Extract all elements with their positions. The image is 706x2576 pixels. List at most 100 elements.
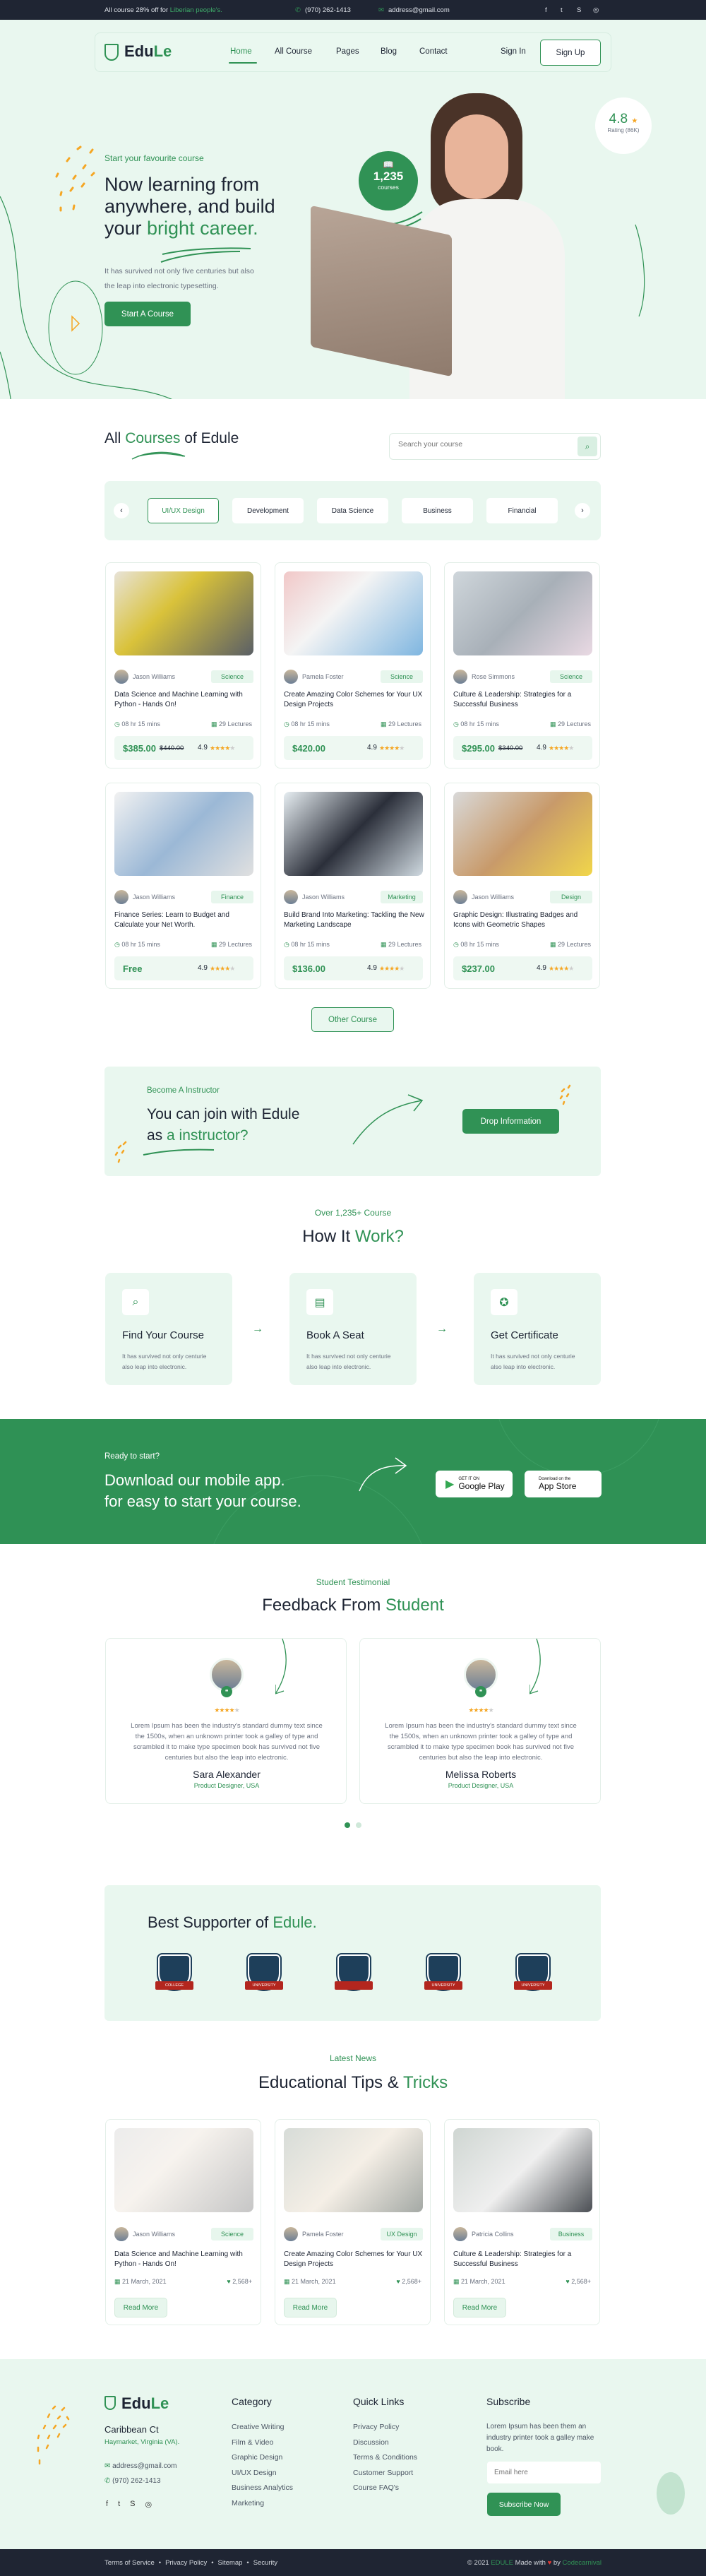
course-card[interactable]: Jason Williams Finance Finance Series: L… [105, 783, 261, 989]
search-icon[interactable]: ⌕ [578, 437, 597, 456]
course-tag[interactable]: Science [381, 670, 423, 683]
supporters-title: Best Supporter of Edule. [148, 1913, 317, 1931]
footer-category-link[interactable]: Business Analytics [232, 2483, 293, 2492]
footer-quick-link[interactable]: Privacy Policy [353, 2423, 399, 2431]
facebook-icon[interactable]: f [545, 6, 547, 14]
course-tag[interactable]: Design [550, 891, 592, 903]
skype-icon[interactable]: S [130, 2500, 135, 2509]
app-store-button[interactable]: Download on the App Store [525, 1471, 602, 1497]
course-tag[interactable]: Marketing [381, 891, 423, 903]
carousel-dot[interactable] [356, 1822, 361, 1828]
read-more-button[interactable]: Read More [114, 2298, 167, 2317]
course-image [114, 792, 253, 876]
hero-section: EduLe Home All Course Pages Blog Contact… [0, 20, 706, 399]
calendar-icon: ▦ [453, 2278, 460, 2285]
sign-in-link[interactable]: Sign In [501, 47, 526, 56]
course-title[interactable]: Create Amazing Color Schemes for Your UX… [284, 690, 425, 710]
course-price: $136.00 [292, 963, 325, 974]
read-more-button[interactable]: Read More [284, 2298, 337, 2317]
testimonial-title: Feedback From Student [262, 1596, 444, 1615]
footer-category-link[interactable]: Creative Writing [232, 2423, 285, 2431]
sign-up-button[interactable]: Sign Up [540, 40, 601, 66]
read-more-button[interactable]: Read More [453, 2298, 506, 2317]
news-title[interactable]: Culture & Leadership: Strategies for a S… [453, 2250, 594, 2269]
topbar-email[interactable]: address@gmail.com [388, 6, 450, 14]
nav-contact[interactable]: Contact [419, 47, 448, 56]
twitter-icon[interactable]: t [118, 2500, 120, 2509]
news-card[interactable]: Pamela Foster UX Design Create Amazing C… [275, 2119, 431, 2325]
news-title[interactable]: Create Amazing Color Schemes for Your UX… [284, 2250, 425, 2269]
top-bar: All course 28% off for Liberian people's… [0, 0, 706, 20]
bottom-link[interactable]: Sitemap [218, 2559, 243, 2567]
category-tab[interactable]: Business [402, 498, 473, 523]
course-title[interactable]: Graphic Design: Illustrating Badges and … [453, 910, 594, 930]
news-eyebrow: Latest News [329, 2053, 377, 2063]
course-card[interactable]: Jason Williams Science Data Science and … [105, 562, 261, 768]
course-card[interactable]: Pamela Foster Science Create Amazing Col… [275, 562, 431, 768]
nav-home[interactable]: Home [230, 47, 252, 56]
category-tab[interactable]: Financial [486, 498, 558, 523]
course-card[interactable]: Rose Simmons Science Culture & Leadershi… [444, 562, 600, 768]
news-title[interactable]: Data Science and Machine Learning with P… [114, 2250, 256, 2269]
footer-category-link[interactable]: Graphic Design [232, 2453, 282, 2462]
nav-blog[interactable]: Blog [381, 47, 397, 56]
course-card[interactable]: Jason Williams Design Graphic Design: Il… [444, 783, 600, 989]
price-box: $385.00 $440.00 4.9 ★★★★★ [114, 736, 253, 760]
course-rating: 4.9 [537, 744, 546, 752]
footer-logo[interactable]: EduLe [121, 2394, 169, 2413]
category-tab[interactable]: Development [232, 498, 304, 523]
category-tab[interactable]: Data Science [317, 498, 388, 523]
subscribe-button[interactable]: Subscribe Now [487, 2493, 561, 2516]
course-card[interactable]: Jason Williams Marketing Build Brand Int… [275, 783, 431, 989]
subscribe-email-input[interactable] [487, 2462, 601, 2483]
bottom-link[interactable]: Terms of Service [104, 2559, 155, 2567]
author-link[interactable]: Codecarnival [563, 2559, 602, 2567]
skype-icon[interactable]: S [577, 6, 581, 14]
other-course-button[interactable]: Other Course [311, 1007, 394, 1032]
course-tag[interactable]: Science [211, 670, 253, 683]
course-duration: 08 hr 15 mins [121, 941, 160, 948]
hero-title: Now learning from anywhere, and build yo… [104, 174, 275, 239]
google-play-button[interactable]: ▶ GET IT ON Google Play [436, 1471, 513, 1497]
tabs-prev-arrow[interactable]: ‹ [114, 503, 129, 518]
instructor-banner: Become A Instructor You can join with Ed… [104, 1067, 601, 1176]
footer-email[interactable]: address@gmail.com [112, 2462, 176, 2470]
footer-quick-link[interactable]: Discussion [353, 2438, 389, 2447]
bottom-link[interactable]: Privacy Policy [165, 2559, 207, 2567]
carousel-dot-active[interactable] [345, 1822, 350, 1828]
start-course-button[interactable]: Start A Course [104, 302, 191, 326]
course-tag[interactable]: Finance [211, 891, 253, 903]
course-title[interactable]: Data Science and Machine Learning with P… [114, 690, 256, 710]
news-tag[interactable]: Business [550, 2228, 592, 2240]
course-tag[interactable]: Science [550, 670, 592, 683]
footer-quick-link[interactable]: Customer Support [353, 2469, 413, 2477]
news-card[interactable]: Patricia Collins Business Culture & Lead… [444, 2119, 600, 2325]
footer-category-link[interactable]: Film & Video [232, 2438, 273, 2447]
news-tag[interactable]: UX Design [381, 2228, 423, 2240]
footer-category-link[interactable]: UI/UX Design [232, 2469, 277, 2477]
news-tag[interactable]: Science [211, 2228, 253, 2240]
facebook-icon[interactable]: f [106, 2500, 108, 2509]
topbar-phone[interactable]: (970) 262-1413 [305, 6, 351, 14]
drop-information-button[interactable]: Drop Information [462, 1109, 559, 1134]
news-card[interactable]: Jason Williams Science Data Science and … [105, 2119, 261, 2325]
search-input[interactable] [398, 440, 561, 449]
tabs-next-arrow[interactable]: › [575, 503, 590, 518]
footer-category-link[interactable]: Marketing [232, 2499, 264, 2507]
news-likes: 2,568+ [402, 2278, 421, 2285]
course-title[interactable]: Culture & Leadership: Strategies for a S… [453, 690, 594, 710]
bottom-link[interactable]: Security [253, 2559, 277, 2567]
instagram-icon[interactable]: ◎ [145, 2500, 152, 2509]
instagram-icon[interactable]: ◎ [593, 6, 599, 14]
nav-pages[interactable]: Pages [336, 47, 359, 56]
logo[interactable]: EduLe [124, 42, 172, 61]
course-title[interactable]: Build Brand Into Marketing: Tackling the… [284, 910, 425, 930]
category-tab[interactable]: UI/UX Design [148, 498, 219, 523]
nav-all-course[interactable]: All Course [275, 47, 312, 56]
twitter-icon[interactable]: t [561, 6, 563, 14]
testimonial-name: Melissa Roberts [445, 1769, 517, 1780]
footer-phone[interactable]: (970) 262-1413 [112, 2477, 160, 2485]
footer-quick-link[interactable]: Course FAQ's [353, 2483, 399, 2492]
course-title[interactable]: Finance Series: Learn to Budget and Calc… [114, 910, 256, 930]
footer-quick-link[interactable]: Terms & Conditions [353, 2453, 417, 2462]
